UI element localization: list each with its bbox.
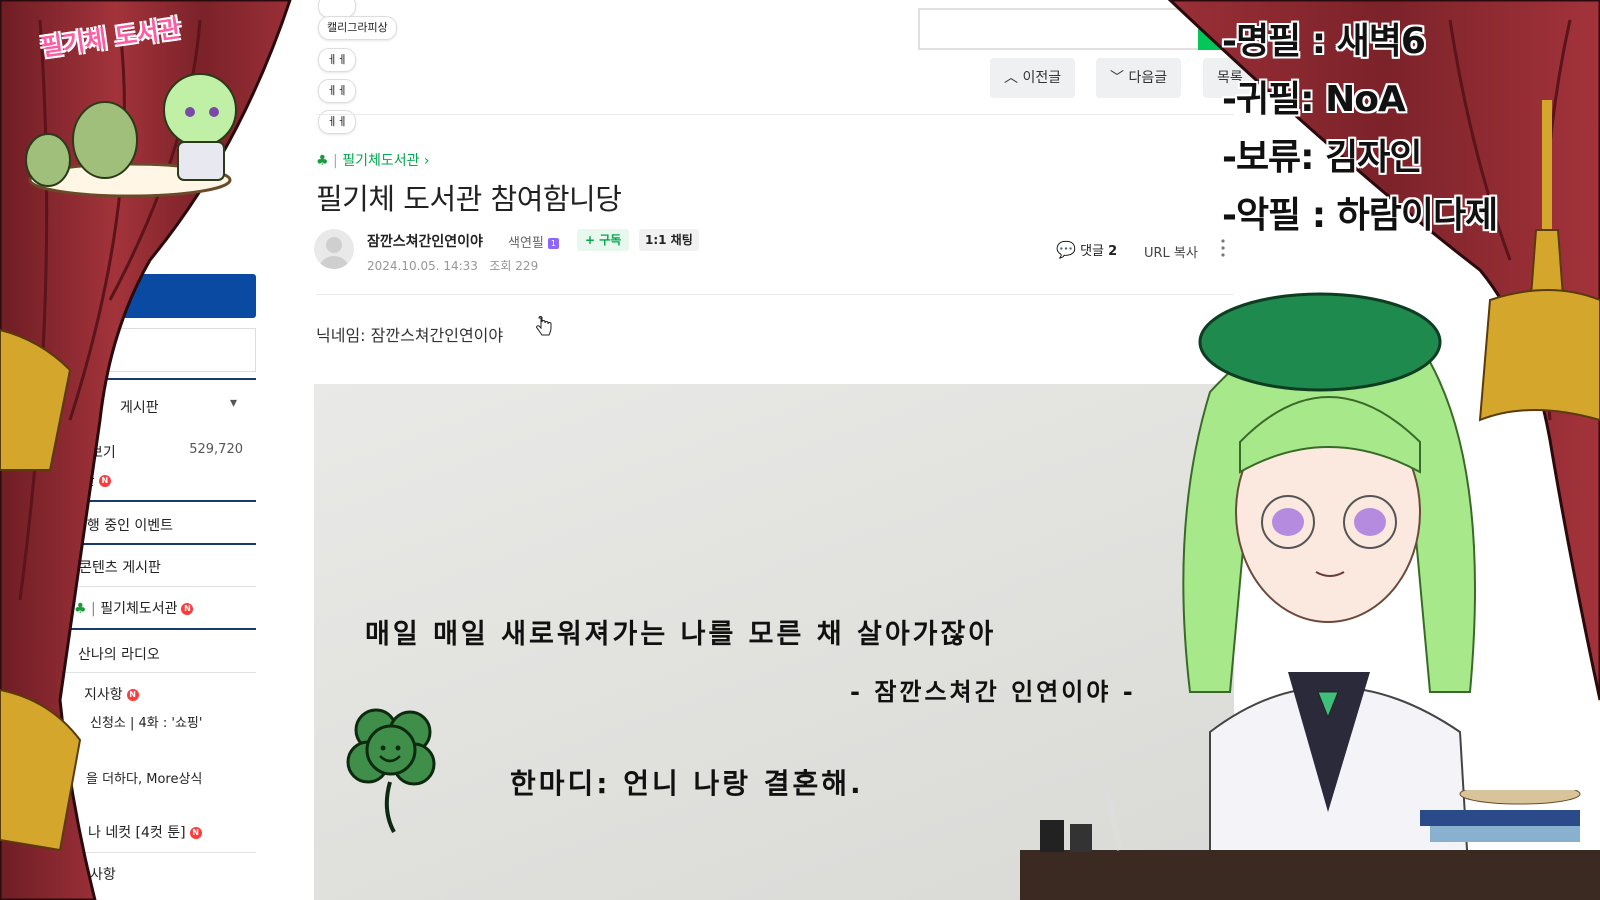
overlay-line-hold: -보류: 김자인 [1222,137,1422,178]
user-silhouette-icon [320,237,348,269]
comments-label: 댓글 [1080,244,1104,259]
desk-props-illustration [1020,790,1600,900]
post-title: 필기체 도서관 참여함니당 [316,182,622,216]
mascot-book-illustration [25,73,237,198]
views-label: 조회 [489,259,512,273]
chat-button[interactable]: 1:1 채팅 [639,229,699,251]
overlay-line-best: -명필 : 새벽6 [1222,21,1426,62]
comments-count: 2 [1108,244,1118,259]
clover-drawing-icon [346,708,436,833]
speech-bubble-icon: 💬 [1056,240,1076,259]
subscribe-label: 구독 [599,233,622,247]
hand-cursor-icon [536,316,552,336]
handwriting-line-3: 한마디: 언니 나랑 결혼해. [510,767,864,800]
avatar[interactable] [314,229,354,269]
body-nickname: 닉네임: 잠깐스쳐간인연이야 [316,326,504,345]
comments-button[interactable]: 💬 댓글 2 [1056,240,1117,259]
post-date: 2024.10.05. 14:33 [367,259,478,273]
tab-chip-calligraphy[interactable]: 캘리그라피상 [318,16,397,40]
post-meta: 2024.10.05. 14:33 조회 229 [367,257,538,274]
clover-icon: ♣ [316,153,329,169]
handwriting-line-1: 매일 매일 새로워져가는 나를 모른 채 살아가잖아 [365,619,997,650]
prev-label: 이전글 [1022,70,1062,86]
handwriting-line-2: - 잠깐스쳐간 인연이야 - [850,678,1136,706]
board-link[interactable]: ♣ | 필기체도서관 › [316,150,430,170]
divider [316,114,1234,115]
views-count: 229 [515,259,539,273]
tab-chip[interactable]: ㅔㅔ [318,79,357,103]
level-label: 색연필 [508,236,544,251]
author-level: 색연필 1 [508,232,559,251]
overlay-line-bad: -악필 : 하람이다제 [1222,195,1498,236]
overlay-line-good: -귀필: NoA [1222,79,1406,120]
author-name[interactable]: 잠깐스쳐간인연이야 [367,231,483,251]
board-name: 필기체도서관 [342,153,420,169]
chevron-down-icon: ﹀ [1110,70,1124,86]
divider [316,294,1234,295]
subscribe-button[interactable]: + 구독 [577,229,630,251]
tab-chip[interactable]: ㅔㅔ [318,48,357,72]
chevron-up-icon: ︿ [1004,70,1018,86]
prev-post-button[interactable]: ︿ 이전글 [990,58,1076,98]
level-icon: 1 [547,238,559,249]
